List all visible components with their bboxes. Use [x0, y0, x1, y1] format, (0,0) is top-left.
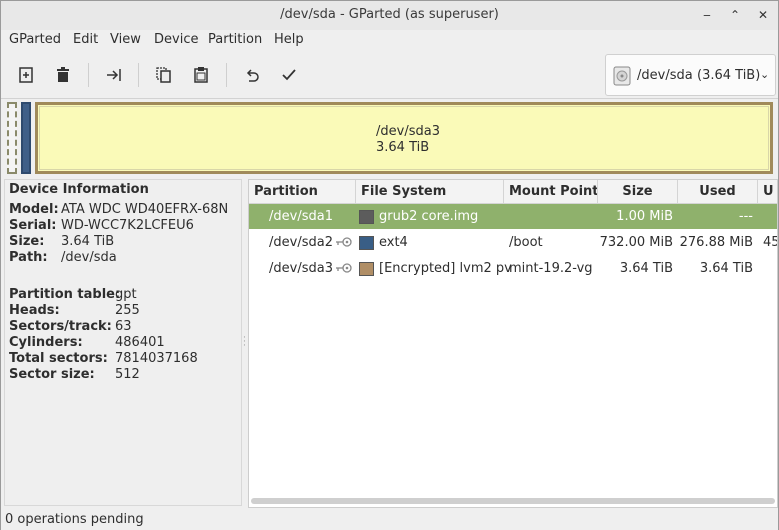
menu-edit[interactable]: Edit: [73, 32, 98, 47]
cell-filesystem: [Encrypted] lvm2 pv: [379, 261, 512, 276]
cell-partition: /dev/sda3: [269, 261, 333, 276]
device-name: /dev/sda: [637, 68, 693, 83]
window-title: /dev/sda - GParted (as superuser): [280, 7, 499, 22]
minimize-icon[interactable]: ‒: [700, 8, 714, 22]
table-row[interactable]: /dev/sda3 [Encrypted] lvm2 pv mint-19.2-…: [249, 256, 777, 281]
column-header-partition[interactable]: Partition: [249, 180, 356, 204]
gparted-window: /dev/sda - GParted (as superuser) ‒ ⌃ ✕ …: [0, 0, 779, 530]
info-value: ATA WDC WD40EFRX-68N: [61, 202, 229, 217]
info-value: 3.64 TiB: [61, 234, 115, 249]
resize-move-icon[interactable]: [102, 63, 126, 87]
harddisk-icon: [613, 66, 631, 86]
menu-device[interactable]: Device: [154, 32, 198, 47]
status-text: 0 operations pending: [5, 512, 144, 527]
filesystem-color-swatch: [359, 210, 374, 224]
new-icon[interactable]: [14, 63, 38, 87]
paste-icon[interactable]: [189, 63, 213, 87]
table-header: Partition File System Mount Point Size U…: [249, 180, 777, 204]
cell-size: 732.00 MiB: [599, 235, 673, 250]
info-label: Sectors/track:: [9, 319, 112, 334]
info-label: Cylinders:: [9, 335, 83, 350]
partition-table: Partition File System Mount Point Size U…: [248, 179, 778, 508]
info-label: Sector size:: [9, 367, 95, 382]
cell-filesystem: ext4: [379, 235, 408, 250]
device-info-pane: Device Information Model: ATA WDC WD40EF…: [4, 179, 242, 506]
info-value: 255: [115, 303, 140, 318]
info-label: Size:: [9, 234, 45, 249]
maximize-icon[interactable]: ⌃: [728, 8, 742, 22]
filesystem-color-swatch: [359, 262, 374, 276]
apply-icon[interactable]: [277, 63, 301, 87]
cell-mountpoint: /boot: [509, 235, 543, 250]
toolbar-separator: [88, 63, 89, 87]
title-bar: /dev/sda - GParted (as superuser) ‒ ⌃ ✕: [1, 1, 778, 30]
chevron-down-icon: ⌄: [760, 68, 770, 81]
info-label: Heads:: [9, 303, 60, 318]
toolbar-separator: [138, 63, 139, 87]
cell-mountpoint: mint-19.2-vg: [509, 261, 593, 276]
info-value: 486401: [115, 335, 165, 350]
cell-unused: 45: [763, 235, 778, 250]
menu-partition[interactable]: Partition: [208, 32, 262, 47]
column-header-used[interactable]: Used: [678, 180, 758, 204]
filesystem-color-swatch: [359, 236, 374, 250]
menu-gparted[interactable]: GParted: [9, 32, 61, 47]
column-header-size[interactable]: Size: [598, 180, 678, 204]
key-icon: [336, 237, 352, 247]
info-value: 63: [115, 319, 132, 334]
cell-used: 3.64 TiB: [699, 261, 753, 276]
column-header-mountpoint[interactable]: Mount Point: [504, 180, 598, 204]
undo-icon[interactable]: [240, 63, 264, 87]
horizontal-scrollbar[interactable]: [251, 498, 775, 504]
table-row[interactable]: /dev/sda1 grub2 core.img 1.00 MiB ---: [249, 204, 777, 229]
info-label: Total sectors:: [9, 351, 108, 366]
table-row[interactable]: /dev/sda2 ext4 /boot 732.00 MiB 276.88 M…: [249, 230, 778, 255]
info-label: Path:: [9, 250, 48, 265]
copy-icon[interactable]: [152, 63, 176, 87]
menu-view[interactable]: View: [110, 32, 141, 47]
toolbar-separator: [226, 63, 227, 87]
info-value: WD-WCC7K2LCFEU6: [61, 218, 194, 233]
column-header-filesystem[interactable]: File System: [356, 180, 504, 204]
cell-partition: /dev/sda1: [269, 209, 333, 224]
device-selector[interactable]: /dev/sda (3.64 TiB) ⌄: [605, 54, 776, 96]
info-value: 512: [115, 367, 140, 382]
partition-map: /dev/sda3 3.64 TiB: [1, 100, 778, 176]
close-icon[interactable]: ✕: [756, 8, 770, 22]
partition-block-sda2[interactable]: [21, 102, 31, 174]
pane-resize-handle[interactable]: · · ·: [243, 334, 246, 351]
toolbar: /dev/sda (3.64 TiB) ⌄: [1, 51, 778, 99]
info-label: Serial:: [9, 218, 57, 233]
cell-used: ---: [738, 209, 753, 224]
info-label: Model:: [9, 202, 59, 217]
device-info-title: Device Information: [9, 182, 149, 197]
cell-size: 1.00 MiB: [616, 209, 673, 224]
status-bar: 0 operations pending: [1, 509, 778, 530]
device-size: (3.64 TiB): [697, 68, 761, 83]
cell-partition: /dev/sda2: [269, 235, 333, 250]
column-header-unused[interactable]: U: [758, 180, 777, 204]
menu-bar: GParted Edit View Device Partition Help: [1, 30, 778, 51]
partition-block-name: /dev/sda3: [376, 124, 440, 139]
cell-used: 276.88 MiB: [679, 235, 753, 250]
key-icon: [336, 263, 352, 273]
info-value: 7814037168: [115, 351, 198, 366]
partition-block-size: 3.64 TiB: [376, 140, 430, 155]
info-label: Partition table:: [9, 287, 121, 302]
menu-help[interactable]: Help: [274, 32, 304, 47]
delete-icon[interactable]: [51, 63, 75, 87]
partition-block-sda3[interactable]: /dev/sda3 3.64 TiB: [35, 102, 773, 174]
info-value: /dev/sda: [61, 250, 117, 265]
cell-filesystem: grub2 core.img: [379, 209, 479, 224]
cell-size: 3.64 TiB: [619, 261, 673, 276]
info-value: gpt: [115, 287, 137, 302]
partition-block-sda1[interactable]: [7, 102, 17, 174]
